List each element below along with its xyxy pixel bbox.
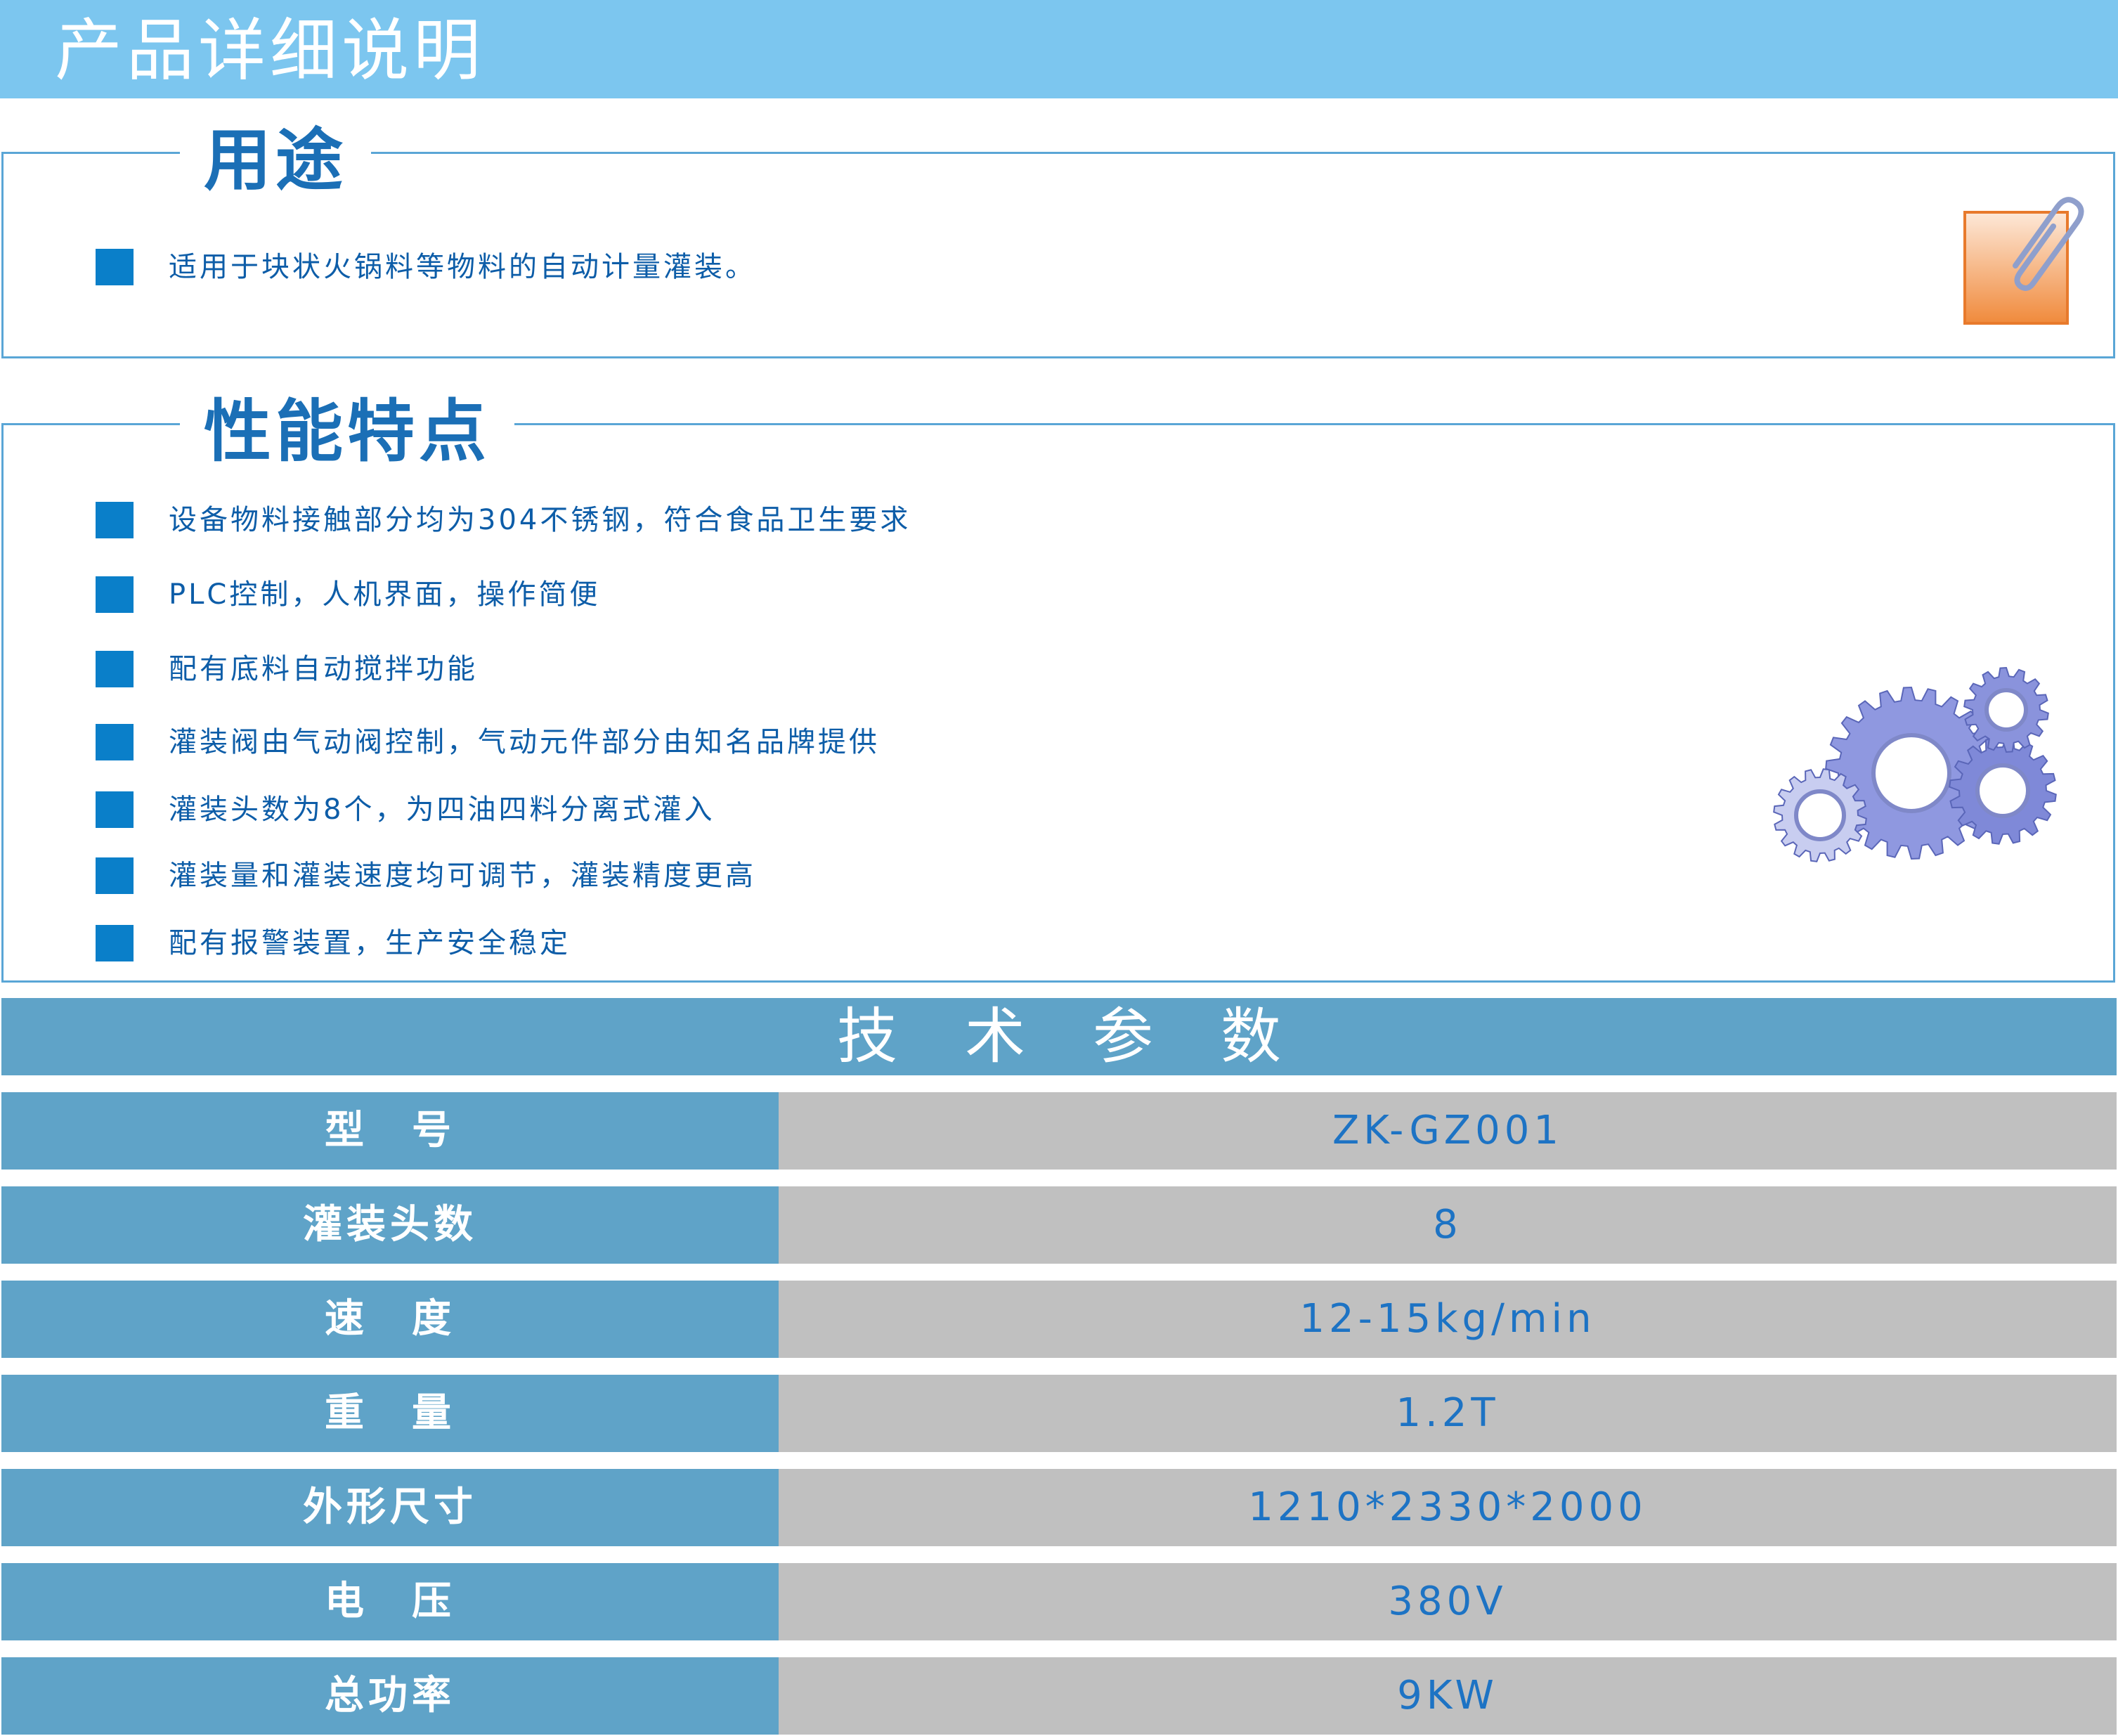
feature-item-text: 配有报警装置，生产安全稳定 [169,927,571,959]
bullet-square-icon [96,249,134,285]
features-section-title: 性能特点 [180,389,514,474]
spec-value: 9KW [779,1657,2117,1735]
spec-label: 电 压 [1,1563,779,1640]
bullet-square-icon [96,724,134,760]
spec-value: 12-15kg/min [779,1281,2117,1358]
spec-label: 型 号 [1,1092,779,1170]
table-row: 型 号 ZK-GZ001 [1,1092,2117,1170]
bullet-square-icon [96,925,134,961]
paperclip-note-icon [1963,197,2084,325]
table-row: 总功率 9KW [1,1657,2117,1735]
feature-item-text: 灌装阀由气动阀控制，气动元件部分由知名品牌提供 [169,726,880,758]
page-title: 产品详细说明 [55,11,485,90]
spec-label: 外形尺寸 [1,1469,779,1546]
bullet-square-icon [96,651,134,687]
spec-value: 380V [779,1563,2117,1640]
feature-item-text: PLC控制，人机界面，操作简便 [169,578,601,611]
spec-label: 重 量 [1,1375,779,1452]
table-row: 外形尺寸 1210*2330*2000 [1,1469,2117,1546]
usage-section-title: 用途 [180,118,371,202]
usage-item-text: 适用于块状火锅料等物料的自动计量灌装。 [169,251,756,283]
spec-label: 速 度 [1,1281,779,1358]
top-gear-icon [1963,666,2049,753]
spec-label: 灌装头数 [1,1186,779,1264]
table-row: 电 压 380V [1,1563,2117,1640]
bullet-square-icon [96,791,134,828]
bullet-square-icon [96,857,134,894]
gears-icon [1773,666,2057,862]
spec-value: 8 [779,1186,2117,1264]
spec-label: 总功率 [1,1657,779,1735]
spec-value: 1.2T [779,1375,2117,1452]
spec-header-title: 技术参数 [837,1002,1349,1072]
spec-header: 技术参数 [1,998,2117,1075]
spec-value: ZK-GZ001 [779,1092,2117,1170]
feature-item-text: 设备物料接触部分均为304不锈钢，符合食品卫生要求 [169,504,911,536]
feature-item-text: 配有底料自动搅拌功能 [169,653,478,685]
table-row: 速 度 12-15kg/min [1,1281,2117,1358]
table-row: 灌装头数 8 [1,1186,2117,1264]
bullet-square-icon [96,576,134,613]
feature-item-text: 灌装量和灌装速度均可调节，灌装精度更高 [169,860,756,892]
header-bar: 产品详细说明 [0,0,2118,98]
feature-item-text: 灌装头数为8个，为四油四料分离式灌入 [169,793,715,826]
table-row: 重 量 1.2T [1,1375,2117,1452]
spec-value: 1210*2330*2000 [779,1469,2117,1546]
bullet-square-icon [96,502,134,538]
